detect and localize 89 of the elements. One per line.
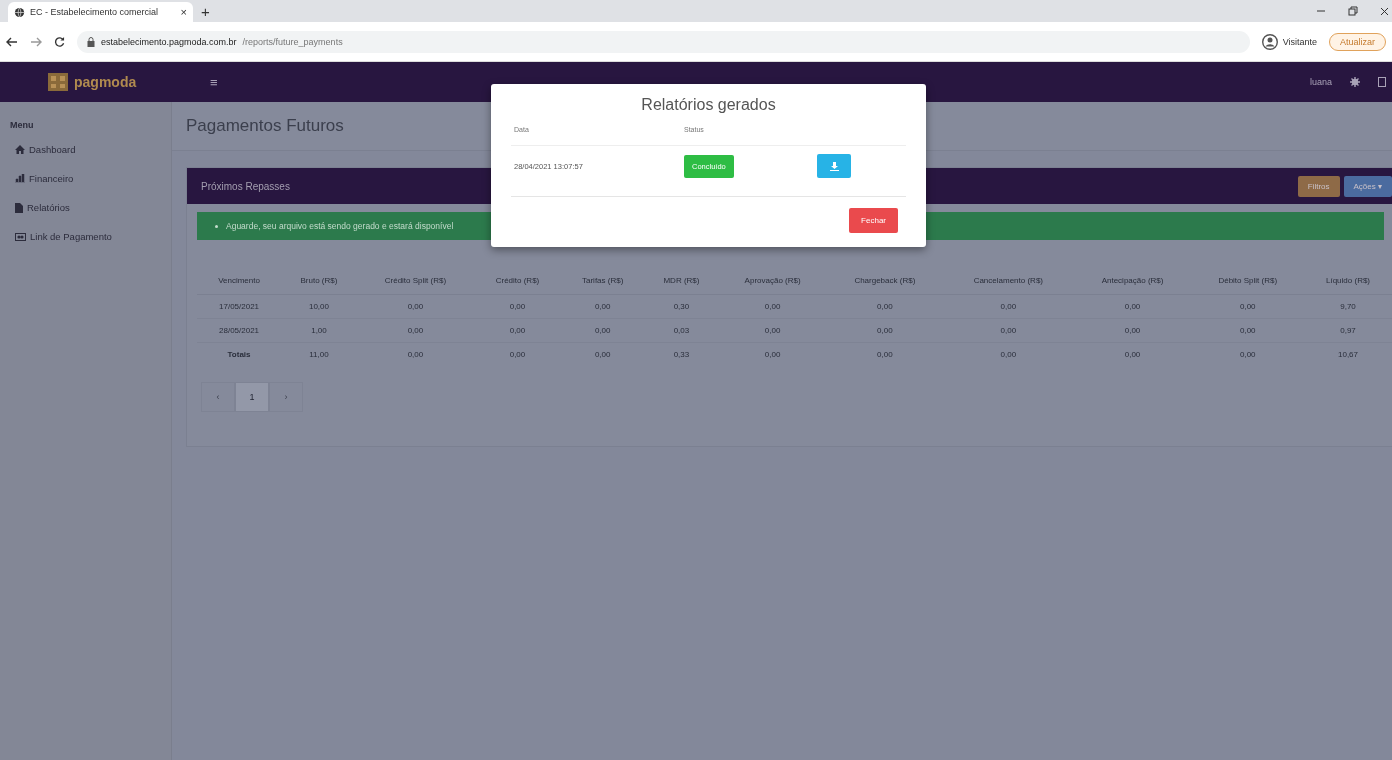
- page-link[interactable]: ›: [269, 382, 303, 412]
- sidebar-item[interactable]: Relatórios: [15, 202, 171, 213]
- alert-message: Aguarde, seu arquivo está sendo gerado e estará disponível: [226, 221, 454, 231]
- table-cell: 0,00: [1073, 294, 1192, 319]
- tab-close-button[interactable]: ×: [180, 6, 187, 18]
- column-header: Cancelamento (R$): [943, 270, 1074, 295]
- sidebar-item[interactable]: Financeiro: [15, 173, 171, 184]
- table-cell: 0,00: [473, 294, 561, 319]
- table-cell: 0,97: [1304, 318, 1392, 343]
- table-cell: 0,00: [356, 294, 474, 319]
- lock-icon: [87, 36, 95, 47]
- column-header: MDR (R$): [644, 270, 719, 295]
- reload-icon[interactable]: [54, 36, 65, 47]
- actions-button[interactable]: Ações ▾: [1343, 175, 1392, 197]
- table-cell: 1,00: [281, 318, 357, 343]
- column-header: Crédito (R$): [473, 270, 561, 295]
- page-link[interactable]: ‹: [201, 382, 235, 412]
- table-cell: 0,00: [718, 318, 827, 343]
- table-cell: 0,00: [1073, 342, 1192, 366]
- table-cell: 0,00: [943, 294, 1074, 319]
- bullet-icon: [215, 224, 218, 228]
- new-tab-button[interactable]: +: [201, 3, 210, 20]
- bar-chart-icon: [15, 174, 25, 183]
- column-header: Vencimento: [197, 270, 282, 295]
- page-title: Pagamentos Futuros: [186, 116, 344, 136]
- column-header: Aprovação (R$): [718, 270, 827, 295]
- document-icon: [15, 202, 23, 213]
- column-header: Tarifas (R$): [561, 270, 645, 295]
- table-cell: 0,00: [826, 342, 943, 366]
- profile-button[interactable]: Visitante: [1261, 33, 1317, 50]
- table-cell: 0,00: [1191, 318, 1305, 343]
- table-cell: 0,00: [1191, 342, 1305, 366]
- column-header: Bruto (R$): [281, 270, 357, 295]
- page-link[interactable]: 1: [235, 382, 269, 412]
- restore-icon[interactable]: [1348, 6, 1358, 16]
- browser-tab[interactable]: EC - Estabelecimento comercial ×: [8, 2, 193, 22]
- table-cell: 0,00: [943, 318, 1074, 343]
- table-cell: 0,00: [356, 342, 474, 366]
- table-cell: 11,00: [281, 342, 357, 366]
- card-icon: [15, 232, 26, 241]
- table-cell: 0,33: [644, 342, 719, 366]
- globe-icon: [14, 6, 25, 18]
- table-cell: 0,00: [826, 294, 943, 319]
- panel-title: Próximos Repasses: [201, 180, 290, 192]
- table-cell: Totais: [197, 342, 282, 366]
- table-cell: 0,00: [356, 318, 474, 343]
- table-cell: 10,67: [1304, 342, 1392, 366]
- table-cell: 0,00: [1191, 294, 1305, 319]
- table-cell: 0,00: [718, 294, 827, 319]
- close-icon[interactable]: [1380, 6, 1388, 16]
- download-icon: [829, 161, 839, 171]
- table-cell: 17/05/2021: [197, 294, 282, 319]
- column-header: Antecipação (R$): [1073, 270, 1192, 295]
- address-field[interactable]: estabelecimento.pagmoda.com.br /reports/future_payments: [77, 30, 1250, 53]
- table-cell: 0,00: [561, 342, 645, 366]
- column-header: Crédito Split (R$): [356, 270, 474, 295]
- sidebar-heading: Menu: [10, 120, 35, 130]
- dialog-title: Relatórios gerados: [640, 95, 777, 115]
- forward-icon[interactable]: [30, 36, 42, 47]
- logo-text: pagmoda: [74, 74, 137, 90]
- user-name[interactable]: luana: [1309, 77, 1332, 87]
- table-cell: 0,00: [1073, 318, 1192, 343]
- close-button[interactable]: Fechar: [849, 208, 898, 233]
- menu-toggle[interactable]: ≡: [210, 74, 218, 90]
- table-cell: 0,03: [644, 318, 719, 343]
- table-cell: 0,00: [561, 294, 645, 319]
- table-cell: 0,00: [473, 318, 561, 343]
- column-header: Chargeback (R$): [826, 270, 943, 295]
- filter-button[interactable]: Filtros: [1297, 175, 1340, 197]
- table-cell: 0,30: [644, 294, 719, 319]
- table-cell: 0,00: [943, 342, 1074, 366]
- person-icon: [1261, 33, 1278, 50]
- column-header: Débito Split (R$): [1191, 270, 1305, 295]
- sidebar-item[interactable]: Dashboard: [15, 144, 171, 155]
- table-cell: 0,00: [718, 342, 827, 366]
- table-cell: 28/05/2021: [197, 318, 282, 343]
- column-header: Líquido (R$): [1304, 270, 1392, 295]
- home-icon: [15, 145, 25, 154]
- table-cell: 10,00: [281, 294, 357, 319]
- settings-icon[interactable]: [1350, 77, 1360, 87]
- logo-icon: [48, 73, 68, 91]
- tab-title: EC - Estabelecimento comercial: [30, 7, 160, 17]
- sidebar-item[interactable]: Link de Pagamento: [15, 231, 171, 242]
- table-cell: 9,70: [1304, 294, 1392, 319]
- table-cell: 0,00: [826, 318, 943, 343]
- table-cell: 0,00: [561, 318, 645, 343]
- table-cell: 0,00: [473, 342, 561, 366]
- update-button[interactable]: Atualizar: [1329, 32, 1386, 51]
- back-icon[interactable]: [6, 36, 18, 47]
